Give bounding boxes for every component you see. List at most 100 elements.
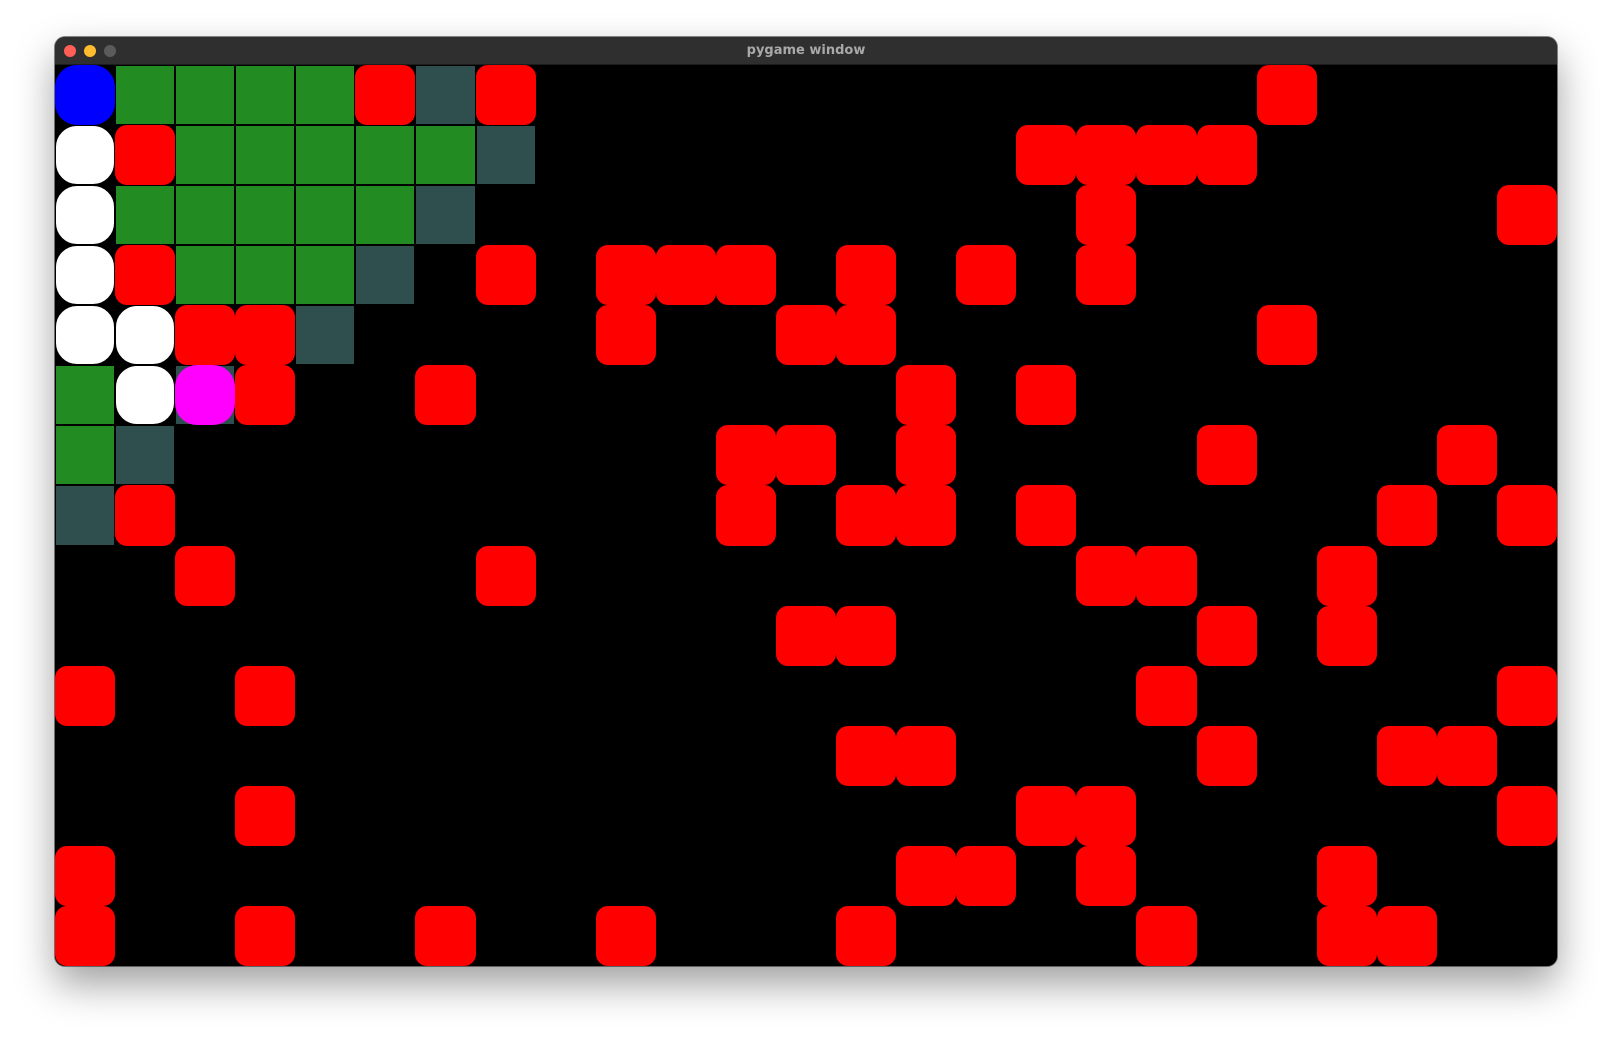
visited-cell xyxy=(235,125,296,186)
obstacle-cell xyxy=(595,905,656,966)
obstacle-cell xyxy=(775,605,837,666)
visited-cell xyxy=(415,125,476,186)
obstacle-cell xyxy=(55,665,116,726)
obstacle-cell xyxy=(836,725,897,786)
title-bar: pygame window xyxy=(55,37,1557,65)
obstacle-cell xyxy=(175,545,236,606)
obstacle-cell xyxy=(836,905,897,966)
frontier-cell xyxy=(415,65,476,126)
visited-cell xyxy=(235,245,296,306)
obstacle-cell xyxy=(475,545,536,606)
path-cell xyxy=(115,305,176,366)
obstacle-cell xyxy=(836,485,897,546)
obstacle-cell xyxy=(655,245,716,306)
obstacle-cell xyxy=(115,245,176,306)
obstacle-cell xyxy=(235,665,296,726)
obstacle-cell xyxy=(1016,125,1077,186)
visited-cell xyxy=(355,125,416,186)
obstacle-cell xyxy=(1256,65,1317,126)
obstacle-cell xyxy=(235,905,296,966)
game-board[interactable] xyxy=(55,65,1557,966)
frontier-cell xyxy=(115,425,176,486)
obstacle-cell xyxy=(715,485,776,546)
obstacle-cell xyxy=(235,365,296,426)
obstacle-cell xyxy=(115,125,176,186)
obstacle-cell xyxy=(1496,665,1557,726)
obstacle-cell xyxy=(1136,545,1197,606)
obstacle-cell xyxy=(1076,845,1137,906)
obstacle-cell xyxy=(1436,725,1497,786)
obstacle-cell xyxy=(1316,605,1377,666)
obstacle-cell xyxy=(1136,125,1197,186)
obstacle-cell xyxy=(836,605,897,666)
visited-cell xyxy=(295,185,356,246)
obstacle-cell xyxy=(415,905,476,966)
obstacle-cell xyxy=(775,425,837,486)
obstacle-cell xyxy=(1076,125,1137,186)
obstacle-cell xyxy=(1076,785,1137,846)
obstacle-cell xyxy=(475,65,536,126)
obstacle-cell xyxy=(1076,545,1137,606)
obstacle-cell xyxy=(595,305,656,366)
visited-cell xyxy=(55,425,116,486)
obstacle-cell xyxy=(1016,785,1077,846)
obstacle-cell xyxy=(1136,905,1197,966)
obstacle-cell xyxy=(956,845,1017,906)
obstacle-cell xyxy=(175,305,236,366)
obstacle-cell xyxy=(775,305,837,366)
obstacle-cell xyxy=(1016,365,1077,426)
visited-cell xyxy=(295,125,356,186)
obstacle-cell xyxy=(1256,305,1317,366)
obstacle-cell xyxy=(1316,905,1377,966)
visited-cell xyxy=(55,365,116,426)
obstacle-cell xyxy=(1316,545,1377,606)
obstacle-cell xyxy=(896,485,957,546)
pygame-window: pygame window xyxy=(55,37,1557,966)
obstacle-cell xyxy=(1136,665,1197,726)
obstacle-cell xyxy=(475,245,536,306)
obstacle-cell xyxy=(115,485,176,546)
frontier-cell xyxy=(295,305,356,366)
obstacle-cell xyxy=(1196,425,1257,486)
obstacle-cell xyxy=(1076,185,1137,246)
agent-cell xyxy=(175,365,236,426)
obstacle-cell xyxy=(1196,605,1257,666)
frontier-cell xyxy=(55,485,116,546)
obstacle-cell xyxy=(55,905,116,966)
obstacle-cell xyxy=(896,425,957,486)
obstacle-cell xyxy=(235,305,296,366)
obstacle-cell xyxy=(896,845,957,906)
visited-cell xyxy=(175,65,236,126)
visited-cell xyxy=(175,245,236,306)
path-cell xyxy=(55,305,116,366)
obstacle-cell xyxy=(1436,425,1497,486)
visited-cell xyxy=(235,185,296,246)
obstacle-cell xyxy=(1376,725,1437,786)
obstacle-cell xyxy=(956,245,1017,306)
visited-cell xyxy=(175,125,236,186)
obstacle-cell xyxy=(1376,905,1437,966)
obstacle-cell xyxy=(235,785,296,846)
obstacle-cell xyxy=(896,725,957,786)
path-cell xyxy=(55,185,116,246)
visited-cell xyxy=(295,65,356,126)
obstacle-cell xyxy=(715,245,776,306)
frontier-cell xyxy=(415,185,476,246)
window-title: pygame window xyxy=(746,43,866,58)
obstacle-cell xyxy=(55,845,116,906)
frontier-cell xyxy=(355,245,416,306)
obstacle-cell xyxy=(896,365,957,426)
visited-cell xyxy=(175,185,236,246)
visited-cell xyxy=(115,185,176,246)
obstacle-cell xyxy=(1196,725,1257,786)
path-cell xyxy=(55,245,116,306)
obstacle-cell xyxy=(355,65,416,126)
obstacle-cell xyxy=(1076,245,1137,306)
frontier-cell xyxy=(475,125,536,186)
obstacle-cell xyxy=(415,365,476,426)
obstacle-cell xyxy=(836,245,897,306)
visited-cell xyxy=(355,185,416,246)
obstacle-cell xyxy=(715,425,776,486)
obstacle-cell xyxy=(1376,485,1437,546)
path-cell xyxy=(55,125,116,186)
